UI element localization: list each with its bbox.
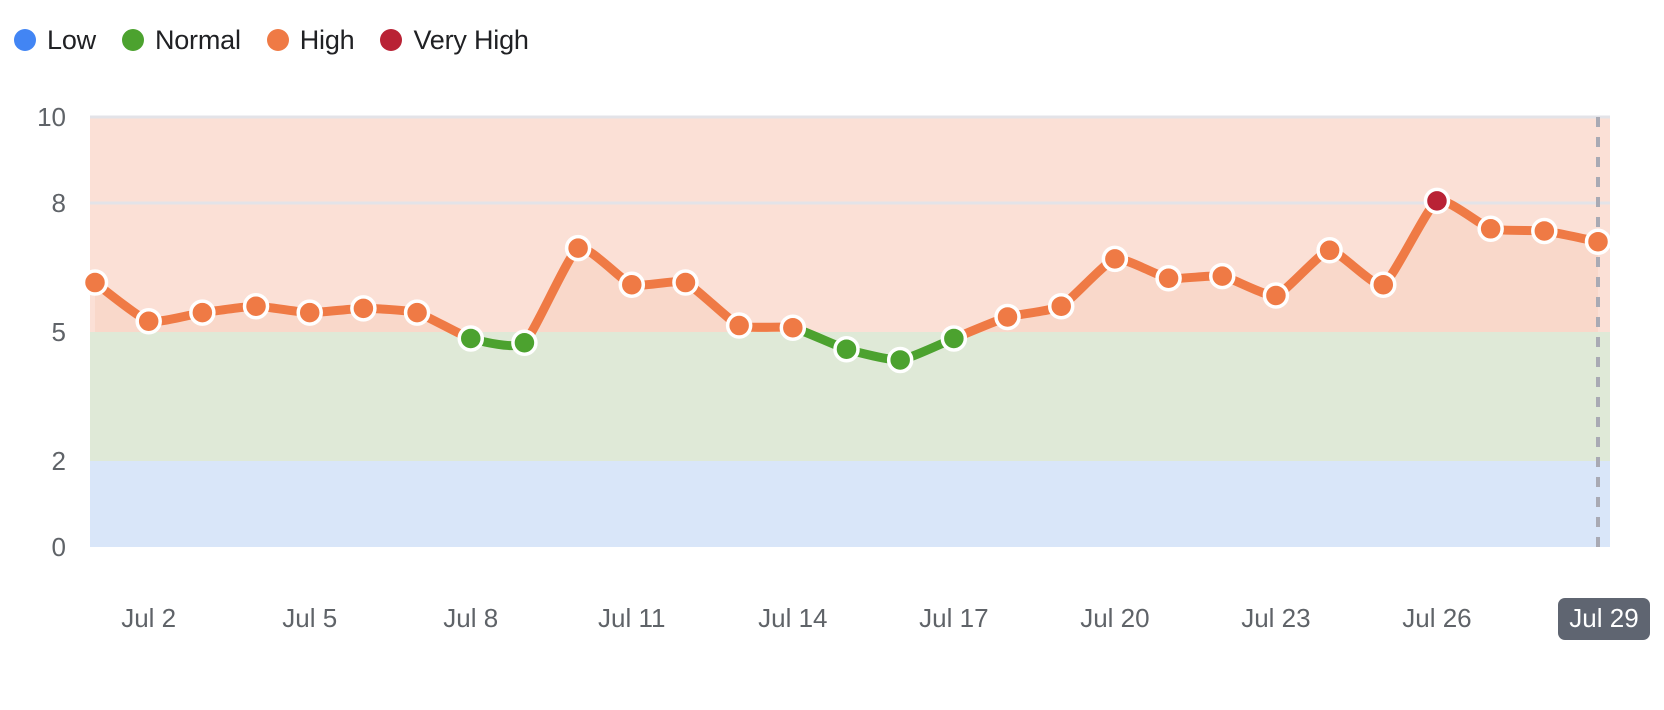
chart-plot-area: 0 2 5 8 10 Jul 2 Jul 5 Jul 8 Jul 11 Jul 14 Jul 17 J…: [0, 0, 1664, 710]
data-point[interactable]: [457, 325, 484, 352]
chart-svg: 025810Jul 2 Jul 5 Jul 8 Jul 11 Jul 14 Jul 17 J…: [37, 102, 1650, 640]
data-point[interactable]: [1209, 262, 1236, 290]
data-point[interactable]: [135, 308, 162, 335]
y-tick-label: 10: [37, 102, 66, 132]
data-point[interactable]: [618, 271, 646, 298]
chart-page: Low Normal High Very High 0 2 5 8 10 Jul 2 Jul 5J…: [0, 0, 1664, 710]
data-point[interactable]: [511, 329, 538, 356]
data-point[interactable]: [1316, 237, 1343, 264]
data-point[interactable]: [779, 314, 807, 341]
data-point[interactable]: [1477, 215, 1504, 243]
x-tick-label: Jul 8: [443, 603, 498, 633]
data-point[interactable]: [1155, 265, 1182, 292]
x-tick-label: Jul 23: [1241, 603, 1310, 633]
data-point[interactable]: [886, 346, 914, 374]
data-point[interactable]: [833, 335, 860, 363]
x-tick-label: Jul 26: [1402, 603, 1471, 633]
x-tick-label: Jul 11: [598, 603, 665, 633]
data-point[interactable]: [403, 299, 431, 326]
data-point[interactable]: [564, 234, 592, 262]
data-point[interactable]: [1531, 217, 1558, 245]
data-point[interactable]: [1370, 271, 1397, 298]
data-point[interactable]: [1047, 292, 1075, 320]
data-point[interactable]: [81, 269, 109, 296]
data-point[interactable]: [1584, 228, 1612, 255]
y-tick-label: 5: [52, 317, 66, 347]
y-axis: 0 2 5 8 10: [37, 102, 66, 562]
data-point[interactable]: [672, 269, 699, 296]
data-point[interactable]: [1262, 282, 1290, 309]
x-tick-label: Jul 17: [919, 603, 988, 633]
x-tick-label: Jul 14: [758, 603, 827, 633]
data-point[interactable]: [189, 299, 216, 326]
y-tick-label: 2: [52, 446, 66, 476]
y-tick-label: 8: [52, 188, 66, 218]
data-point[interactable]: [296, 299, 323, 326]
y-tick-label: 0: [52, 532, 66, 562]
x-tick-label-active: Jul 29: [1569, 603, 1638, 633]
data-point[interactable]: [994, 303, 1021, 331]
data-point[interactable]: [1423, 187, 1451, 215]
data-point[interactable]: [242, 292, 270, 320]
x-tick-label: Jul 2: [121, 603, 176, 633]
data-point[interactable]: [940, 325, 968, 352]
x-axis: Jul 2 Jul 5 Jul 8 Jul 11 Jul 14 Jul 17 Jul 20 J…: [121, 598, 1650, 640]
data-point[interactable]: [350, 295, 377, 322]
x-tick-label: Jul 5: [282, 603, 337, 633]
x-tick-label: Jul 20: [1080, 603, 1149, 633]
band-low: [90, 461, 1610, 547]
data-point[interactable]: [1101, 245, 1129, 273]
data-point[interactable]: [725, 312, 753, 339]
